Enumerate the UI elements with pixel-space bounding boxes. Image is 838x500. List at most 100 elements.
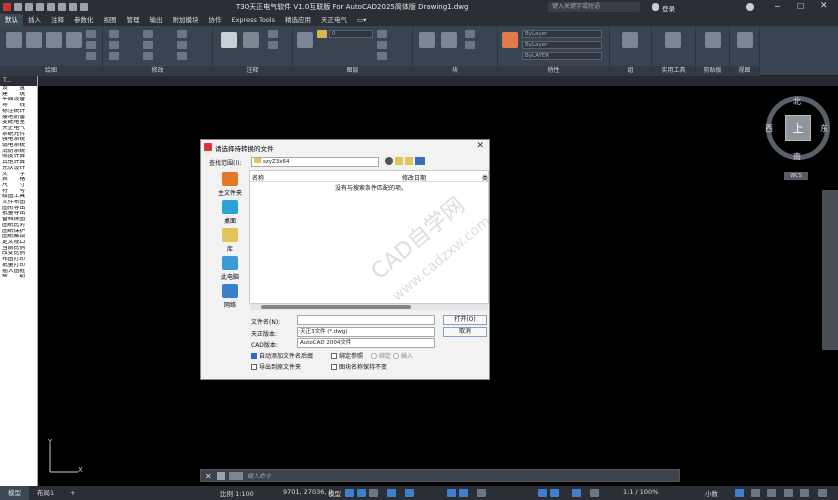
bind-ref-checkbox[interactable]: 绑定参照 (331, 351, 363, 360)
model-space-button[interactable]: 模型 (328, 488, 341, 498)
close-button[interactable]: ✕ (820, 1, 828, 11)
hardware-acceleration-icon[interactable] (784, 489, 793, 497)
viewcube-top-face[interactable]: 上 (785, 115, 811, 141)
customization-menu-icon[interactable] (818, 489, 827, 497)
block-attribute-icon[interactable] (465, 41, 475, 49)
tab-express-tools[interactable]: Express Tools (227, 14, 280, 26)
otrack-icon[interactable] (459, 489, 468, 497)
tab-manage[interactable]: 管理 (122, 14, 145, 26)
panel-label-annotate[interactable]: 注释 (213, 66, 292, 76)
version-dropdown[interactable]: 天正3文件 (*.dwg) (297, 327, 435, 337)
panel-label-clipboard[interactable]: 剪贴板 (696, 66, 729, 76)
workspace-icon[interactable] (572, 489, 581, 497)
compass-west[interactable]: 西 (765, 123, 773, 134)
stretch-icon[interactable] (109, 52, 119, 60)
isolate-objects-icon[interactable] (767, 489, 776, 497)
tab-annotate[interactable]: 注释 (46, 14, 69, 26)
hatch-icon[interactable] (86, 41, 96, 49)
tab-tangent-electric[interactable]: 天正电气 (316, 14, 352, 26)
export-origin-checkbox[interactable]: 导出到原文件夹 (251, 362, 301, 371)
annotation-monitor-icon[interactable] (590, 489, 599, 497)
lock-ui-icon[interactable] (751, 489, 760, 497)
wcs-menu[interactable]: WCS (784, 172, 808, 180)
tab-insert[interactable]: 插入 (23, 14, 46, 26)
create-block-icon[interactable] (441, 32, 457, 48)
layer-freeze-icon[interactable] (377, 52, 387, 60)
filename-input[interactable] (297, 315, 435, 325)
rotate-icon[interactable] (143, 30, 153, 38)
auto-suffix-checkbox[interactable]: 自动添加文件名后缀 (251, 351, 313, 360)
keep-name-checkbox[interactable]: 图块名称保持不变 (331, 362, 387, 371)
plot-icon[interactable] (58, 3, 66, 11)
new-folder-icon[interactable] (405, 157, 413, 165)
layer-isolate-icon[interactable] (377, 41, 387, 49)
side-menu-header[interactable]: T... (0, 76, 37, 86)
trim-icon[interactable] (177, 30, 187, 38)
lineweight-icon[interactable] (477, 489, 486, 497)
tab-collaborate[interactable]: 协作 (204, 14, 227, 26)
undo-icon[interactable] (69, 3, 77, 11)
clean-screen-icon[interactable] (800, 489, 809, 497)
up-folder-icon[interactable] (395, 157, 403, 165)
linetype-dropdown[interactable]: ByLayer (522, 41, 602, 49)
autoscale-icon[interactable] (550, 489, 559, 497)
units-readout[interactable]: 小数 (705, 488, 718, 498)
color-dropdown[interactable]: ByLayer (522, 30, 602, 38)
panel-label-layers[interactable]: 图层 (293, 66, 412, 76)
tab-default[interactable]: 默认 (0, 14, 23, 26)
help-icon[interactable] (746, 3, 754, 11)
command-input[interactable]: 键入命令 (247, 471, 271, 482)
layer-match-icon[interactable] (377, 30, 387, 38)
panel-label-properties[interactable]: 特性 (498, 66, 609, 76)
navigation-bar[interactable] (822, 190, 838, 350)
arc-icon[interactable] (66, 32, 82, 48)
rectangle-icon[interactable] (86, 30, 96, 38)
annotation-visibility-icon[interactable] (538, 489, 547, 497)
polar-icon[interactable] (387, 489, 396, 497)
wrench-icon[interactable] (217, 472, 225, 480)
edit-block-icon[interactable] (465, 30, 475, 38)
lookin-dropdown[interactable]: szyZ3x64 (251, 157, 379, 167)
insert-radio[interactable]: 插入 (393, 351, 413, 360)
user-icon[interactable] (652, 3, 659, 11)
table-icon[interactable] (268, 41, 278, 49)
layout1-tab[interactable]: 布局1 (29, 486, 62, 500)
line-icon[interactable] (6, 32, 22, 48)
insert-block-icon[interactable] (419, 32, 435, 48)
place-desktop[interactable]: 桌面 (213, 200, 247, 225)
layer-properties-icon[interactable] (297, 32, 313, 48)
side-menu-item[interactable]: 帮 助 (0, 274, 37, 280)
open-button[interactable]: 打开(O) (443, 315, 487, 325)
dialog-close-button[interactable]: ✕ (476, 141, 484, 151)
view-menu-icon[interactable] (415, 157, 425, 165)
circle-icon[interactable] (46, 32, 62, 48)
tab-parametric[interactable]: 参数化 (69, 14, 99, 26)
panel-label-block[interactable]: 块 (413, 66, 497, 76)
close-icon[interactable]: ✕ (205, 472, 212, 481)
measure-icon[interactable] (665, 32, 681, 48)
zoom-readout[interactable]: 1:1 / 100% (623, 488, 658, 496)
layer-dropdown[interactable]: 0 (329, 30, 373, 38)
back-icon[interactable] (385, 157, 393, 165)
ortho-icon[interactable] (369, 489, 378, 497)
fillet-icon[interactable] (177, 41, 187, 49)
polyline-icon[interactable] (26, 32, 42, 48)
isodraft-icon[interactable] (405, 489, 414, 497)
saveas-icon[interactable] (47, 3, 55, 11)
app-logo-icon[interactable] (3, 3, 11, 11)
command-history-icon[interactable] (229, 472, 243, 480)
leader-icon[interactable] (268, 30, 278, 38)
place-this-pc[interactable]: 此电脑 (213, 256, 247, 281)
lineweight-dropdown[interactable]: ByLAYER (522, 52, 602, 60)
compass-south[interactable]: 南 (793, 151, 801, 162)
scale-icon[interactable] (143, 52, 153, 60)
maximize-button[interactable]: ☐ (797, 2, 804, 11)
new-icon[interactable] (14, 3, 22, 11)
model-tab[interactable]: 模型 (0, 486, 29, 500)
panel-label-utilities[interactable]: 实用工具 (652, 66, 695, 76)
tab-view[interactable]: 视图 (99, 14, 122, 26)
place-library[interactable]: 库 (213, 228, 247, 253)
gradient-icon[interactable] (86, 52, 96, 60)
save-icon[interactable] (36, 3, 44, 11)
open-icon[interactable] (25, 3, 33, 11)
